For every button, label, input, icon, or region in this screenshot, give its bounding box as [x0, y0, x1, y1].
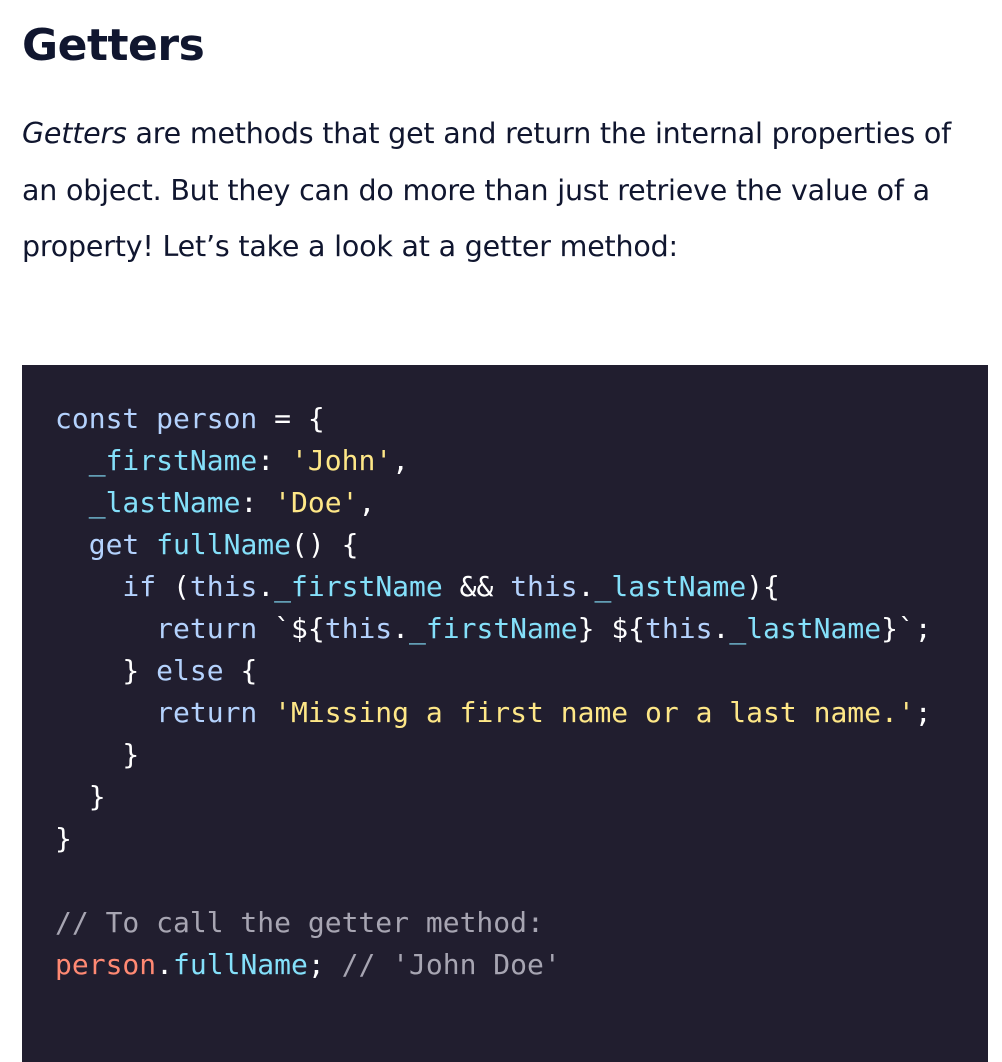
- code-line: get fullName() {: [55, 528, 359, 561]
- code-comment: // To call the getter method:: [55, 906, 544, 939]
- code-token: ;: [914, 696, 932, 729]
- intro-paragraph: Getters are methods that get and return …: [22, 106, 982, 276]
- code-token: this: [324, 612, 393, 645]
- code-line: const person = {: [55, 402, 325, 435]
- code-token: `${: [274, 612, 325, 645]
- code-token: .: [392, 612, 410, 645]
- code-token: return: [55, 696, 275, 729]
- code-token: else: [156, 654, 224, 687]
- code-token: (: [173, 570, 190, 603]
- code-token: 'Doe': [274, 486, 359, 519]
- code-token: _firstName: [274, 570, 443, 603]
- code-token: fullName: [156, 528, 292, 561]
- code-token: this: [189, 570, 258, 603]
- code-token: this: [645, 612, 713, 645]
- code-line: return 'Missing a first name or a last n…: [55, 696, 932, 729]
- code-token: const person: [55, 402, 258, 435]
- code-token: get: [55, 528, 157, 561]
- code-line: _firstName: 'John',: [55, 444, 409, 477]
- code-token: person: [55, 948, 157, 981]
- code-line: _lastName: 'Doe',: [55, 486, 376, 519]
- code-token: _lastName: [729, 612, 882, 645]
- code-token: ;: [307, 948, 342, 981]
- code-token: = {: [257, 402, 325, 435]
- code-token: fullName: [173, 948, 308, 981]
- code-token: 'John': [291, 444, 393, 477]
- code-token: ){: [746, 570, 780, 603]
- code-token: ,: [392, 444, 410, 477]
- code-token: }`: [881, 612, 915, 645]
- code-token: return: [55, 612, 275, 645]
- code-token: // 'John Doe': [341, 948, 561, 981]
- code-token: 'Missing a first name or a last name.': [274, 696, 915, 729]
- code-token: () {: [291, 528, 359, 561]
- code-line: if (this._firstName && this._lastName){: [55, 570, 780, 603]
- code-token: .: [712, 612, 730, 645]
- code-token: if: [55, 570, 174, 603]
- code-token: :: [240, 486, 275, 519]
- code-token: _firstName: [55, 444, 258, 477]
- code-token: &&: [442, 570, 511, 603]
- code-token: } ${: [577, 612, 646, 645]
- code-token: ;: [914, 612, 932, 645]
- code-token: _lastName: [55, 486, 241, 519]
- code-token: _lastName: [594, 570, 747, 603]
- code-token: }: [55, 654, 157, 687]
- code-line: person.fullName; // 'John Doe': [55, 948, 561, 981]
- code-line: }: [55, 822, 72, 855]
- code-token: .: [156, 948, 174, 981]
- code-content: const person = { _firstName: 'John', _la…: [55, 398, 988, 986]
- code-block: const person = { _firstName: 'John', _la…: [22, 365, 988, 1062]
- code-token: ,: [358, 486, 376, 519]
- code-token: :: [257, 444, 292, 477]
- term-getters: Getters: [22, 117, 127, 150]
- code-line: } else {: [55, 654, 257, 687]
- code-line: }: [55, 738, 140, 771]
- code-line: return `${this._firstName} ${this._lastN…: [55, 612, 932, 645]
- code-token: {: [223, 654, 258, 687]
- page-title: Getters: [22, 20, 205, 71]
- code-token: .: [257, 570, 275, 603]
- code-token: _firstName: [409, 612, 578, 645]
- intro-text: are methods that get and return the inte…: [22, 117, 951, 263]
- code-token: this: [510, 570, 578, 603]
- code-token: .: [577, 570, 595, 603]
- code-line: }: [55, 780, 106, 813]
